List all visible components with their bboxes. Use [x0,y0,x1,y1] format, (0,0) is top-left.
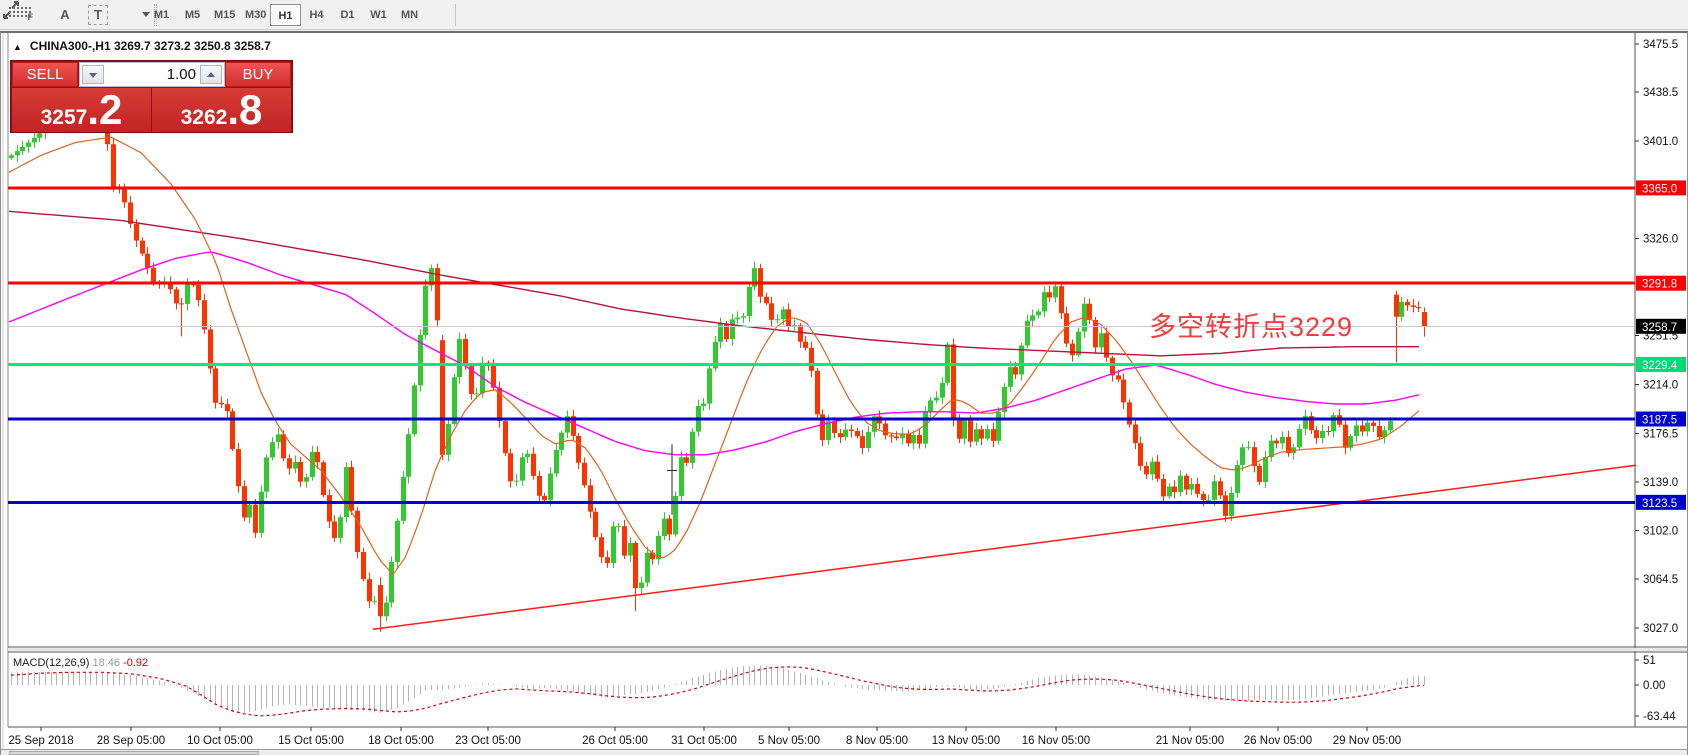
svg-text:3229.4: 3229.4 [1642,360,1678,372]
macd-signal-line [11,667,1424,716]
chart-annotation-text: 多空转折点3229 [1149,305,1353,344]
price-axis-label: 3214.0 [1643,380,1678,392]
buy-button[interactable]: BUY [225,62,291,87]
macd-indicator-label: MACD(12,26,9) 18.46 -0.92 [13,657,148,669]
timeframe-button-h1[interactable]: H1 [270,4,301,26]
date-axis-label: 8 Nov 05:00 [846,735,908,747]
volume-value: 1.00 [167,66,196,83]
timeframe-button-m30[interactable]: M30 [239,4,270,26]
date-axis-label: 31 Oct 05:00 [671,735,737,747]
price-axis: 3475.53438.53401.03326.03251.53214.03176… [1635,39,1686,723]
timeframe-button-mn[interactable]: MN [394,4,425,26]
date-axis-label: 23 Oct 05:00 [455,735,521,747]
svg-text:3187.5: 3187.5 [1642,415,1677,427]
date-axis-label: 5 Nov 05:00 [758,735,820,747]
date-axis-label: 21 Nov 05:00 [1156,735,1224,747]
price-axis-label: 3102.0 [1643,525,1678,537]
svg-text:3365.0: 3365.0 [1642,183,1677,195]
date-axis-label: 28 Sep 05:00 [97,735,165,747]
volume-decrease-button[interactable] [82,65,104,84]
toolbar-separator [455,4,456,26]
sell-button[interactable]: SELL [12,62,78,87]
date-axis-label: 26 Oct 05:00 [582,735,648,747]
date-axis-label: 29 Nov 05:00 [1333,735,1401,747]
trendline-object[interactable] [373,465,1636,629]
macd-histogram [12,665,1425,712]
macd-axis-label: -63.44 [1643,711,1676,723]
timeframe-button-h4[interactable]: H4 [301,4,332,26]
price-badge-3123.5: 3123.5 [1636,495,1686,510]
date-axis-label: 10 Oct 05:00 [187,735,253,747]
fibonacci-tool-icon[interactable]: F [8,5,32,25]
chart-window[interactable]: ▲CHINA300-,H1 3269.7 3273.2 3250.8 3258.… [0,31,1688,755]
volume-input[interactable]: 1.00 [79,62,225,87]
macd-axis-label: 51 [1643,655,1656,667]
price-axis-label: 3139.0 [1643,477,1678,489]
date-axis-label: 13 Nov 05:00 [932,735,1000,747]
price-axis-label: 3027.0 [1643,623,1678,635]
date-axis: 25 Sep 2018 28 Sep 05:00 10 Oct 05:00 15 Oc… [8,727,1401,747]
macd-axis-label: 0.00 [1643,680,1665,692]
timeframe-button-m15[interactable]: M15 [208,4,239,26]
horizontal-scrollbar [1,749,1687,755]
date-axis-label: 25 Sep 2018 [8,735,73,747]
svg-text:3258.7: 3258.7 [1642,322,1677,334]
price-axis-label: 3064.5 [1643,574,1678,586]
price-axis-label: 3176.5 [1643,428,1678,440]
scrollbar-thumb[interactable] [9,751,259,755]
date-axis-label: 16 Nov 05:00 [1022,735,1090,747]
price-axis-label: 3326.0 [1643,234,1678,246]
price-badge-3365.0: 3365.0 [1636,180,1686,195]
price-axis-label: 3401.0 [1643,136,1678,148]
text-label-tool-icon[interactable]: A [52,3,78,27]
price-axis-label: 3438.5 [1643,87,1678,99]
timeframe-button-m5[interactable]: M5 [177,4,208,26]
price-badge-3229.4: 3229.4 [1636,357,1686,372]
price-badge-3258.7: 3258.7 [1636,319,1686,334]
chart-canvas[interactable]: 3475.53438.53401.03326.03251.53214.03176… [1,33,1687,755]
svg-text:3123.5: 3123.5 [1642,498,1677,510]
text-tool-icon[interactable]: T [88,5,108,25]
price-badge-3291.8: 3291.8 [1636,276,1686,291]
application-window: F A T M1M5M15M30H1H4D1W1MN ▲CHINA300-,H1… [0,0,1688,755]
date-axis-label: 26 Nov 05:00 [1244,735,1312,747]
date-axis-label: 18 Oct 05:00 [368,735,434,747]
timeframe-button-w1[interactable]: W1 [363,4,394,26]
one-click-trading-panel: SELL 1.00 BUY 3257.2 3262.8 [10,60,293,133]
date-axis-label: 15 Oct 05:00 [278,735,344,747]
svg-text:3291.8: 3291.8 [1642,279,1677,291]
sell-price-button[interactable]: 3257.2 [12,88,151,132]
buy-price-button[interactable]: 3262.8 [152,88,291,132]
volume-increase-button[interactable] [200,65,222,84]
timeframe-button-m1[interactable]: M1 [146,4,177,26]
price-badge-3187.5: 3187.5 [1636,412,1686,427]
price-axis-label: 3475.5 [1643,39,1678,51]
timeframe-button-d1[interactable]: D1 [332,4,363,26]
toolbar: F A T M1M5M15M30H1H4D1W1MN [0,0,1688,30]
